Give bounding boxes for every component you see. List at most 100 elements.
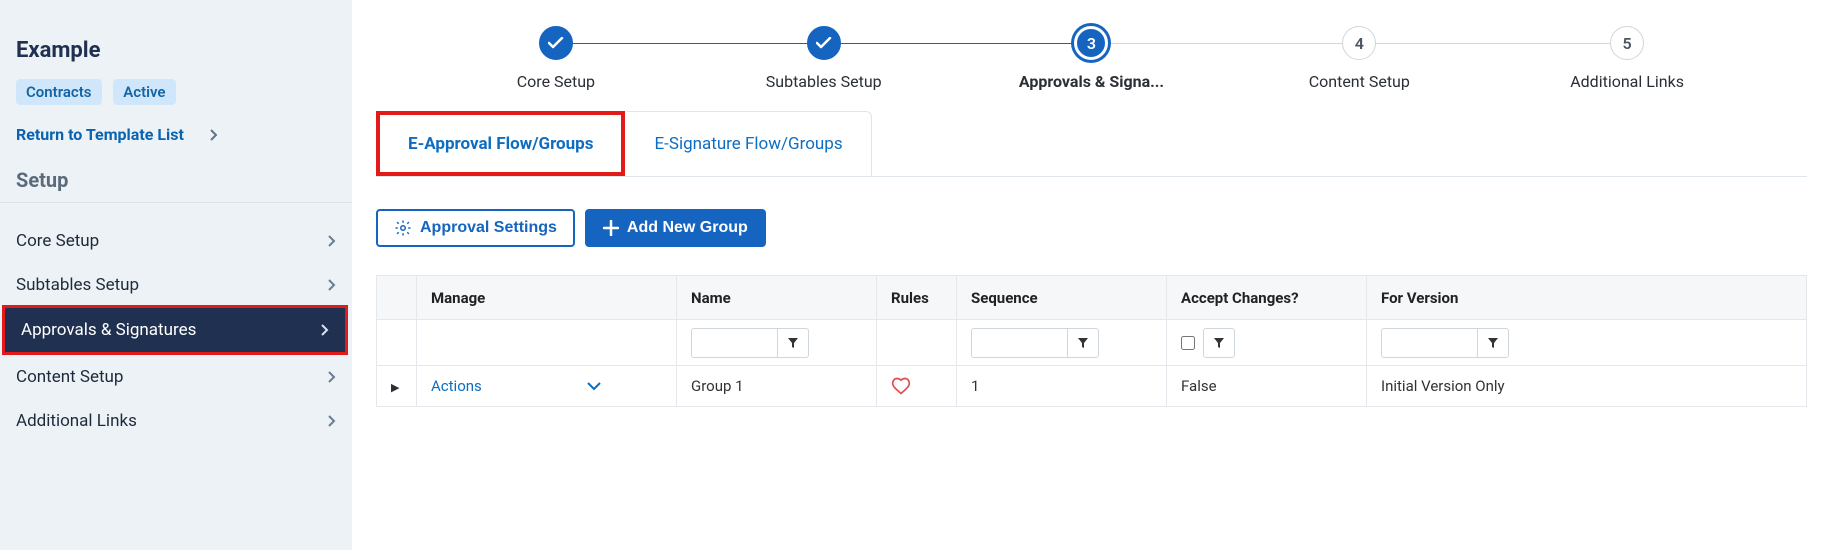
filter-version-cell	[1367, 320, 1807, 366]
step-circle-current: 3	[1074, 26, 1108, 60]
col-for-version[interactable]: For Version	[1367, 276, 1807, 320]
step-subtables-setup[interactable]: Subtables Setup	[690, 26, 958, 91]
actions-label: Actions	[431, 377, 482, 395]
step-core-setup[interactable]: Core Setup	[422, 26, 690, 91]
chevron-right-icon	[328, 415, 336, 427]
name-cell: Group 1	[677, 366, 877, 407]
filter-icon	[1213, 337, 1225, 349]
col-rules[interactable]: Rules	[877, 276, 957, 320]
filter-expand	[377, 320, 417, 366]
filter-accept-cell	[1167, 320, 1367, 366]
step-circle-todo: 4	[1342, 26, 1376, 60]
sidebar-item-label: Subtables Setup	[16, 275, 139, 295]
filter-name-cell	[677, 320, 877, 366]
tag-contracts[interactable]: Contracts	[16, 79, 102, 105]
sidebar-item-additional-links[interactable]: Additional Links	[0, 399, 352, 443]
button-label: Approval Settings	[420, 219, 557, 237]
step-label: Approvals & Signa...	[1019, 72, 1164, 91]
step-label: Core Setup	[517, 72, 595, 91]
rules-icon	[891, 376, 942, 396]
col-expand	[377, 276, 417, 320]
step-approvals-signatures[interactable]: 3 Approvals & Signa...	[958, 26, 1226, 91]
return-label: Return to Template List	[16, 125, 184, 144]
expand-cell[interactable]: ▶	[377, 366, 417, 407]
check-icon	[548, 37, 564, 49]
button-label: Add New Group	[627, 219, 748, 237]
step-label: Content Setup	[1309, 72, 1410, 91]
filter-accept-button[interactable]	[1203, 328, 1235, 358]
filter-name-input[interactable]	[691, 328, 777, 358]
sequence-cell: 1	[957, 366, 1167, 407]
tab-label: E-Signature Flow/Groups	[654, 134, 842, 154]
tab-label: E-Approval Flow/Groups	[408, 134, 593, 154]
check-icon	[816, 37, 832, 49]
filter-rules	[877, 320, 957, 366]
sidebar-item-subtables-setup[interactable]: Subtables Setup	[0, 263, 352, 307]
tab-e-approval-flow-groups[interactable]: E-Approval Flow/Groups	[376, 111, 625, 176]
filter-version-button[interactable]	[1477, 328, 1509, 358]
sidebar-item-label: Core Setup	[16, 231, 99, 251]
return-to-template-list[interactable]: Return to Template List	[0, 119, 352, 162]
chevron-right-icon	[321, 324, 329, 336]
sidebar-item-approvals-signatures[interactable]: Approvals & Signatures	[2, 305, 348, 355]
rules-cell[interactable]	[877, 366, 957, 407]
chevron-right-icon	[328, 279, 336, 291]
col-name[interactable]: Name	[677, 276, 877, 320]
step-label: Additional Links	[1570, 72, 1684, 91]
step-additional-links[interactable]: 5 Additional Links	[1493, 26, 1761, 91]
filter-name-button[interactable]	[777, 328, 809, 358]
filter-sequence-button[interactable]	[1067, 328, 1099, 358]
filter-accept-checkbox[interactable]	[1181, 336, 1195, 350]
accept-cell: False	[1167, 366, 1367, 407]
caret-right-icon: ▶	[391, 381, 399, 394]
chevron-right-icon	[210, 129, 218, 141]
step-circle-todo: 5	[1610, 26, 1644, 60]
filter-manage	[417, 320, 677, 366]
version-cell: Initial Version Only	[1367, 366, 1807, 407]
table-row: ▶ Actions Group 1	[377, 366, 1807, 407]
step-connector	[824, 43, 1092, 44]
sidebar-item-label: Content Setup	[16, 367, 123, 387]
tab-e-signature-flow-groups[interactable]: E-Signature Flow/Groups	[625, 111, 871, 176]
filter-sequence-cell	[957, 320, 1167, 366]
chevron-right-icon	[328, 371, 336, 383]
step-circle-done	[539, 26, 573, 60]
table-filter-row	[377, 320, 1807, 366]
gear-icon	[394, 219, 412, 237]
filter-icon	[1077, 337, 1089, 349]
chevron-right-icon	[328, 235, 336, 247]
col-manage[interactable]: Manage	[417, 276, 677, 320]
sidebar-title: Example	[0, 38, 352, 79]
filter-sequence-input[interactable]	[971, 328, 1067, 358]
action-buttons: Approval Settings Add New Group	[376, 177, 1807, 275]
filter-icon	[1487, 337, 1499, 349]
approval-settings-button[interactable]: Approval Settings	[376, 209, 575, 247]
table-header-row: Manage Name Rules Sequence Accept Change…	[377, 276, 1807, 320]
sidebar-item-core-setup[interactable]: Core Setup	[0, 219, 352, 263]
manage-cell: Actions	[417, 366, 677, 407]
step-connector	[556, 43, 824, 44]
chevron-down-icon	[587, 382, 601, 391]
actions-dropdown[interactable]: Actions	[431, 377, 601, 395]
sidebar-item-label: Additional Links	[16, 411, 137, 431]
add-new-group-button[interactable]: Add New Group	[585, 209, 766, 247]
tag-active[interactable]: Active	[113, 79, 175, 105]
step-content-setup[interactable]: 4 Content Setup	[1225, 26, 1493, 91]
sidebar-item-label: Approvals & Signatures	[21, 320, 196, 340]
tabs: E-Approval Flow/Groups E-Signature Flow/…	[376, 111, 1807, 177]
setup-heading: Setup	[0, 162, 352, 203]
plus-icon	[603, 220, 619, 236]
step-label: Subtables Setup	[766, 72, 882, 91]
sidebar-item-content-setup[interactable]: Content Setup	[0, 355, 352, 399]
main-content: Core Setup Subtables Setup 3 Approvals &…	[352, 0, 1831, 551]
sidebar-tags: Contracts Active	[0, 79, 352, 119]
step-circle-done	[807, 26, 841, 60]
col-accept-changes[interactable]: Accept Changes?	[1167, 276, 1367, 320]
sidebar: Example Contracts Active Return to Templ…	[0, 0, 352, 551]
filter-version-input[interactable]	[1381, 328, 1477, 358]
groups-table: Manage Name Rules Sequence Accept Change…	[376, 275, 1807, 407]
col-sequence[interactable]: Sequence	[957, 276, 1167, 320]
step-connector	[1091, 43, 1359, 44]
filter-icon	[787, 337, 799, 349]
step-connector	[1359, 43, 1627, 44]
